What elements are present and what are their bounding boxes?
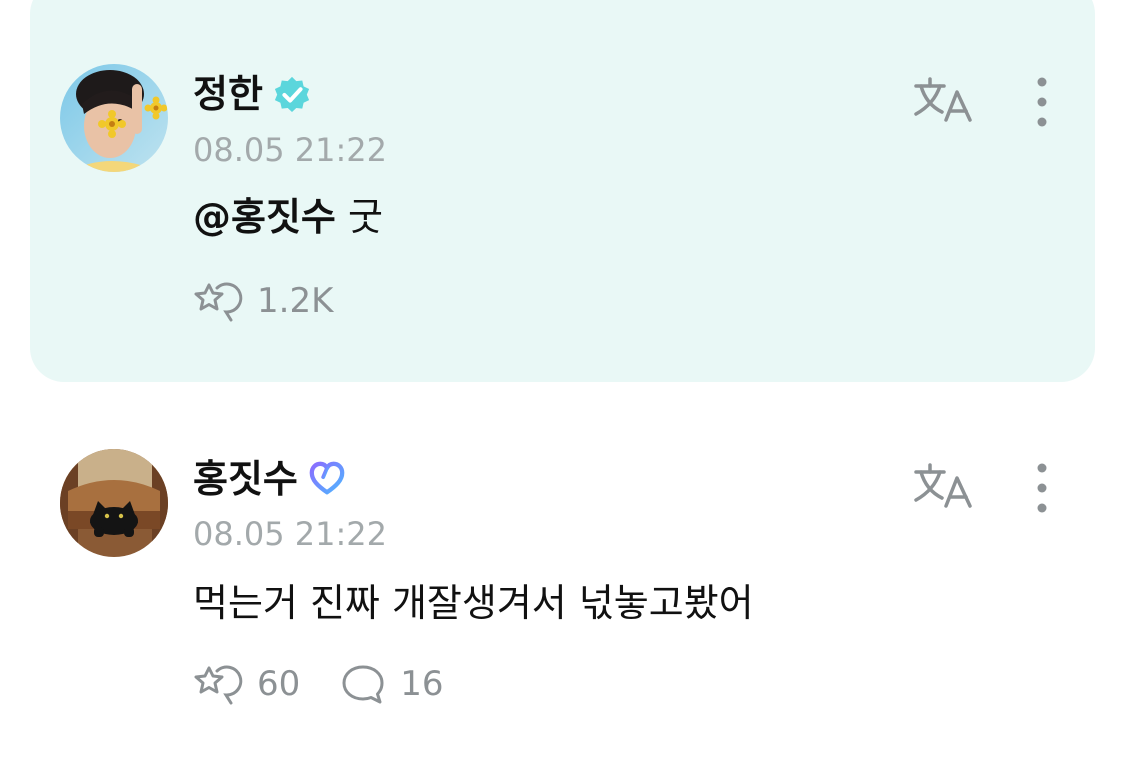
reply-icon xyxy=(342,665,384,704)
highlighted-comment-card xyxy=(30,0,1095,382)
author-name[interactable]: 홍짓수 xyxy=(193,460,298,498)
comment-stats: 1.2K xyxy=(193,280,373,322)
comment-text: @홍짓수 굿 xyxy=(193,198,383,236)
more-vertical-icon[interactable] xyxy=(1028,462,1056,514)
author-row: 홍짓수 xyxy=(193,460,346,498)
like-icon xyxy=(194,665,243,705)
reply-button[interactable]: 16 xyxy=(340,663,444,705)
timestamp: 08.05 21:22 xyxy=(193,515,387,553)
translate-icon[interactable] xyxy=(912,74,974,126)
like-icon xyxy=(194,282,243,322)
comment-stats: 60 16 xyxy=(193,663,484,705)
like-count: 1.2K xyxy=(257,281,334,321)
comment-text: 먹는거 진짜 개잘생겨서 넋놓고봤어 xyxy=(193,581,754,625)
reply-count: 16 xyxy=(400,664,444,704)
mention-link[interactable]: @홍짓수 xyxy=(193,195,336,239)
author-name[interactable]: 정한 xyxy=(193,75,263,113)
comment-body: 굿 xyxy=(347,195,383,239)
avatar[interactable] xyxy=(60,64,168,172)
timestamp: 08.05 21:22 xyxy=(193,131,387,169)
like-count: 60 xyxy=(257,664,301,704)
like-button[interactable]: 1.2K xyxy=(193,280,333,322)
more-vertical-icon[interactable] xyxy=(1028,76,1056,128)
avatar[interactable] xyxy=(60,449,168,557)
heart-badge-icon xyxy=(309,461,345,495)
like-button[interactable]: 60 xyxy=(193,663,300,705)
verified-badge-icon xyxy=(274,76,310,113)
author-row: 정한 xyxy=(193,75,311,113)
translate-icon[interactable] xyxy=(912,460,974,512)
